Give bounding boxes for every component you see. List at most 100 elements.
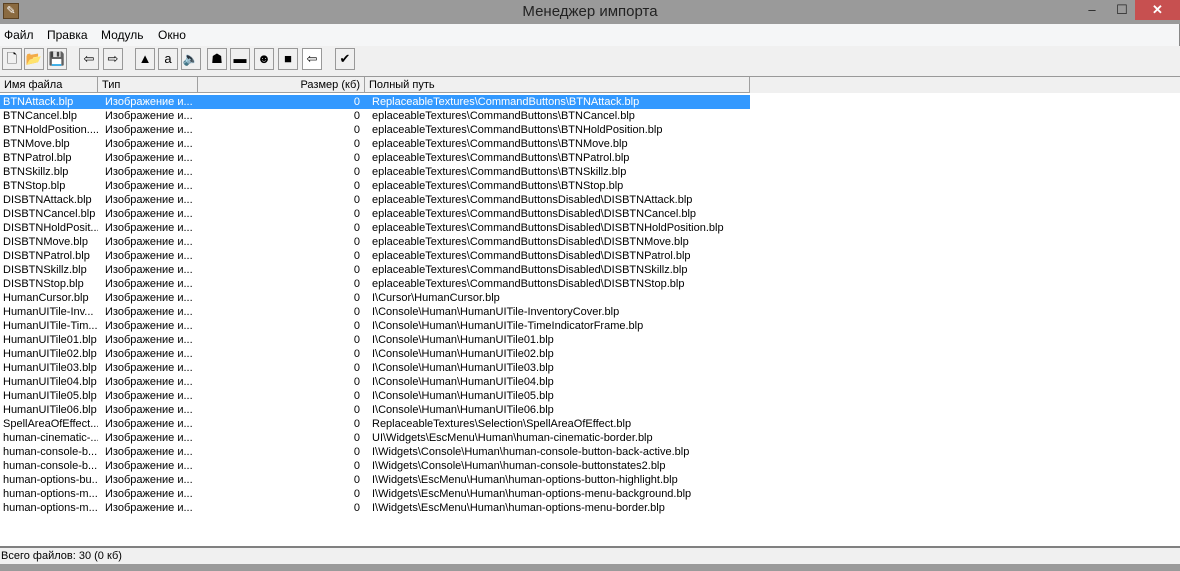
terrain-button[interactable]: ▲ [135,48,155,70]
unit-icon: ☗ [211,51,223,66]
menu-bar: Файл Правка Модуль Окно [0,24,1180,46]
list-header: Имя файла Тип Размер (кб) Полный путь [0,77,1180,93]
cell-name: BTNSkillz.blp [3,166,69,178]
ai-button[interactable]: ☻ [254,48,274,70]
cell-type: Изображение и... [105,138,193,150]
cell-name: BTNPatrol.blp [3,152,72,164]
cell-name: BTNMove.blp [3,138,70,150]
test-map-button[interactable]: ✔ [335,48,355,70]
cell-size: 0 [353,194,360,206]
table-row[interactable]: DISBTNMove.blp Изображение и... 0 eplaceabl… [0,235,750,249]
cell-type: Изображение и... [105,306,193,318]
table-row[interactable]: HumanUITile-Tim... Изображение и... 0 I\Con… [0,319,750,333]
cell-size: 0 [353,404,360,416]
cell-name: DISBTNMove.blp [3,236,88,248]
cell-path: eplaceableTextures\CommandButtonsDisable… [372,194,693,206]
menu-file[interactable]: Файл [4,28,34,42]
table-row[interactable]: HumanCursor.blp Изображение и... 0 I\Cursor… [0,291,750,305]
column-header-name[interactable]: Имя файла [0,77,98,93]
table-row[interactable]: human-options-m... Изображение и... 0 I\Wid… [0,501,750,515]
table-row[interactable]: HumanUITile05.blp Изображение и... 0 I\Cons… [0,389,750,403]
table-row[interactable]: human-console-b... Изображение и... 0 I\Wid… [0,459,750,473]
cell-type: Изображение и... [105,222,193,234]
export-file-button[interactable]: ⇨ [103,48,123,70]
cell-size: 0 [353,236,360,248]
table-row[interactable]: human-options-bu... Изображение и... 0 I\Wi… [0,473,750,487]
table-row[interactable]: DISBTNHoldPosit... Изображение и... 0 eplac… [0,221,750,235]
cell-path: I\Widgets\Console\Human\human-console-bu… [372,446,690,458]
cell-size: 0 [353,376,360,388]
table-row[interactable]: DISBTNStop.blp Изображение и... 0 eplaceabl… [0,277,750,291]
cell-path: I\Console\Human\HumanUITile05.blp [372,390,554,402]
import-manager-button[interactable]: ⇦ [302,48,322,70]
table-row[interactable]: HumanUITile03.blp Изображение и... 0 I\Cons… [0,361,750,375]
table-row[interactable]: human-options-m... Изображение и... 0 I\Wid… [0,487,750,501]
unit-button[interactable]: ☗ [207,48,227,70]
column-header-type[interactable]: Тип [98,77,198,93]
menu-edit[interactable]: Правка [47,28,88,42]
sound-button[interactable]: 🔈 [181,48,201,70]
close-button[interactable]: ✕ [1135,0,1180,20]
menu-window[interactable]: Окно [158,28,186,42]
table-row[interactable]: SpellAreaOfEffect... Изображение и... 0 Rep… [0,417,750,431]
open-folder-button[interactable]: 📂 [24,48,44,70]
table-row[interactable]: human-cinematic-... Изображение и... 0 UI\W… [0,431,750,445]
cell-type: Изображение и... [105,264,193,276]
cell-path: I\Widgets\Console\Human\human-console-bu… [372,460,666,472]
table-row[interactable]: HumanUITile02.blp Изображение и... 0 I\Cons… [0,347,750,361]
table-row[interactable]: BTNAttack.blp Изображение и... 0 Replaceabl… [0,95,750,109]
table-row[interactable]: BTNCancel.blp Изображение и... 0 eplaceable… [0,109,750,123]
cell-size: 0 [353,306,360,318]
table-row[interactable]: BTNSkillz.blp Изображение и... 0 eplaceable… [0,165,750,179]
cell-path: I\Widgets\EscMenu\Human\human-options-me… [372,488,692,500]
cell-type: Изображение и... [105,460,193,472]
import-file-button[interactable]: ⇦ [79,48,99,70]
table-row[interactable]: HumanUITile04.blp Изображение и... 0 I\Cons… [0,375,750,389]
table-row[interactable]: BTNHoldPosition.... Изображение и... 0 epla… [0,123,750,137]
cell-type: Изображение и... [105,362,193,374]
file-list[interactable]: Имя файла Тип Размер (кб) Полный путь BT… [0,76,1180,546]
cell-size: 0 [353,390,360,402]
cell-path: I\Console\Human\HumanUITile-TimeIndicato… [372,320,644,332]
table-row[interactable]: DISBTNSkillz.blp Изображение и... 0 eplacea… [0,263,750,277]
maximize-button[interactable]: ☐ [1109,0,1135,20]
column-header-size[interactable]: Размер (кб) [198,77,365,93]
new-file-button[interactable]: 🗋 [2,48,22,70]
table-row[interactable]: BTNMove.blp Изображение и... 0 eplaceableTe… [0,137,750,151]
cell-name: HumanUITile05.blp [3,390,97,402]
table-row[interactable]: HumanUITile01.blp Изображение и... 0 I\Cons… [0,333,750,347]
cell-path: eplaceableTextures\CommandButtons\BTNSki… [372,166,627,178]
cell-type: Изображение и... [105,124,193,136]
cell-type: Изображение и... [105,110,193,122]
object-button[interactable]: ■ [278,48,298,70]
cell-name: human-cinematic-... [3,432,98,444]
table-row[interactable]: HumanUITile06.blp Изображение и... 0 I\Cons… [0,403,750,417]
table-row[interactable]: HumanUITile-Inv... Изображение и... 0 I\Con… [0,305,750,319]
cell-size: 0 [353,264,360,276]
table-row[interactable]: DISBTNAttack.blp Изображение и... 0 eplacea… [0,193,750,207]
table-row[interactable]: DISBTNPatrol.blp Изображение и... 0 eplacea… [0,249,750,263]
new-file-icon: 🗋 [6,51,18,66]
table-row[interactable]: BTNPatrol.blp Изображение и... 0 eplaceable… [0,151,750,165]
column-header-path[interactable]: Полный путь [365,77,750,93]
table-row[interactable]: human-console-b... Изображение и... 0 I\Wid… [0,445,750,459]
cell-size: 0 [353,166,360,178]
table-row[interactable]: BTNStop.blp Изображение и... 0 eplaceableTe… [0,179,750,193]
cell-size: 0 [353,250,360,262]
cell-size: 0 [353,96,360,108]
cell-name: DISBTNStop.blp [3,278,84,290]
save-button[interactable]: 💾 [47,48,67,70]
text-button[interactable]: a [158,48,178,70]
item-button[interactable]: ▬ [230,48,250,70]
cell-type: Изображение и... [105,180,193,192]
menu-module[interactable]: Модуль [101,28,144,42]
minimize-button[interactable]: – [1079,0,1105,20]
cell-size: 0 [353,138,360,150]
cell-type: Изображение и... [105,376,193,388]
table-row[interactable]: DISBTNCancel.blp Изображение и... 0 eplacea… [0,207,750,221]
cell-type: Изображение и... [105,208,193,220]
cell-name: HumanUITile04.blp [3,376,97,388]
cell-size: 0 [353,152,360,164]
cell-size: 0 [353,334,360,346]
cell-path: I\Console\Human\HumanUITile01.blp [372,334,554,346]
